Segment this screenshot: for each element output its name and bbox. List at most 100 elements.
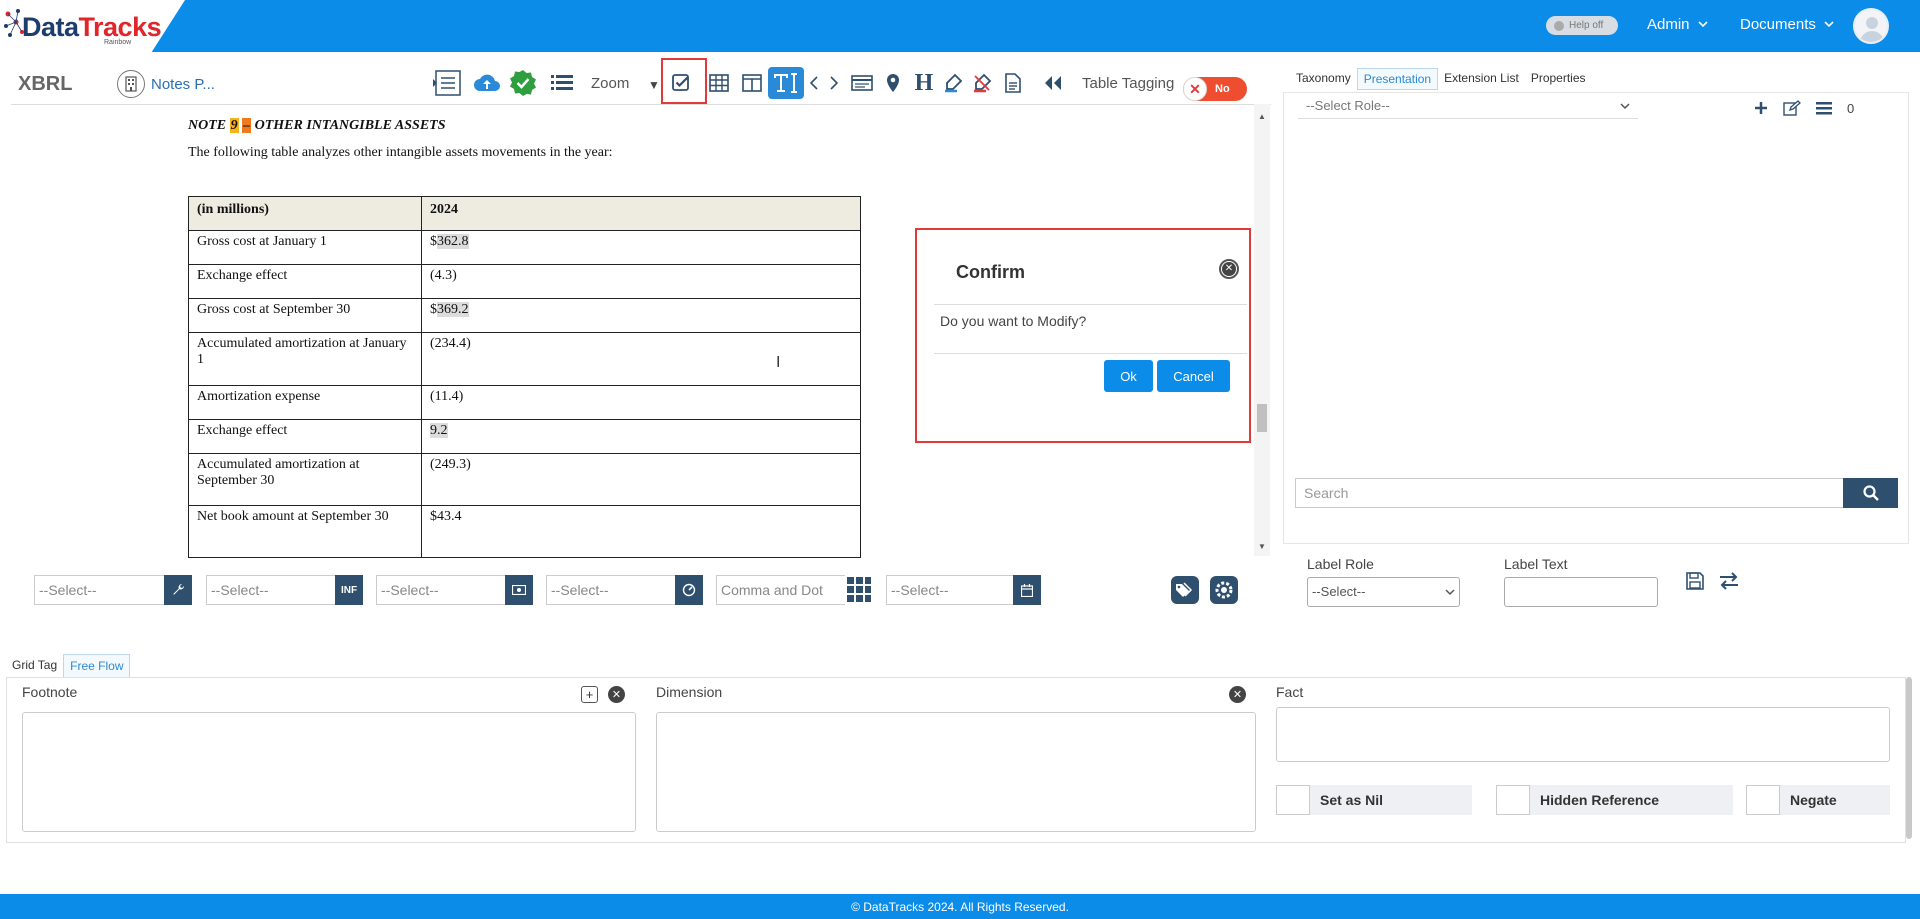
select-2[interactable]: --Select-- — [206, 575, 335, 605]
scroll-down-icon[interactable]: ▼ — [1258, 542, 1266, 551]
tab-presentation[interactable]: Presentation — [1356, 68, 1439, 90]
dimension-textarea[interactable] — [656, 712, 1256, 832]
select-group-2: --Select-- INF — [206, 575, 363, 605]
tab-grid-tag[interactable]: Grid Tag — [6, 654, 63, 678]
row-label[interactable]: Amortization expense — [188, 385, 422, 420]
cloud-upload-icon[interactable] — [470, 68, 504, 98]
negate-checkbox[interactable]: Negate — [1746, 785, 1890, 815]
notes-selector[interactable]: Notes P... — [117, 70, 215, 98]
text-tag-icon[interactable] — [768, 67, 804, 99]
help-toggle[interactable]: Help off — [1546, 16, 1618, 35]
fact-label: Fact — [1276, 684, 1304, 700]
number-format-select[interactable]: Comma and Dot — [716, 575, 845, 605]
row-value[interactable]: (11.4) — [421, 385, 861, 420]
search-button[interactable] — [1843, 478, 1898, 508]
clear-highlight-icon[interactable] — [969, 68, 995, 98]
settings-cog-icon[interactable] — [1210, 576, 1238, 604]
select-4[interactable]: --Select-- — [546, 575, 675, 605]
tab-extension-list[interactable]: Extension List — [1438, 68, 1525, 90]
double-chevron-left-icon[interactable] — [1040, 68, 1066, 98]
plus-icon[interactable] — [1754, 101, 1768, 115]
row-value[interactable]: $43.4 — [421, 505, 861, 558]
row-label[interactable]: Exchange effect — [188, 419, 422, 454]
checkbox[interactable] — [1276, 785, 1310, 815]
bottom-panel-scrollbar[interactable] — [1906, 677, 1912, 839]
row-value[interactable]: (249.3) — [421, 453, 861, 506]
hidden-reference-checkbox[interactable]: Hidden Reference — [1496, 785, 1733, 815]
zoom-label[interactable]: Zoom — [591, 75, 629, 92]
row-value[interactable]: (4.3) — [421, 264, 861, 299]
table-icon[interactable] — [704, 68, 734, 98]
select-1[interactable]: --Select-- — [34, 575, 164, 605]
table-header-cell[interactable]: 2024 — [421, 196, 861, 231]
money-icon[interactable] — [505, 575, 533, 605]
menu-icon[interactable] — [1816, 101, 1832, 115]
select-group-3: --Select-- — [376, 575, 533, 605]
chevron-left-icon[interactable] — [806, 68, 822, 98]
row-value[interactable]: $369.2 — [421, 298, 861, 333]
checkbox[interactable] — [1496, 785, 1530, 815]
row-label[interactable]: Net book amount at September 30 — [188, 505, 422, 558]
columns-icon[interactable] — [737, 68, 767, 98]
ok-button[interactable]: Ok — [1104, 360, 1153, 392]
checkbox[interactable] — [1746, 785, 1780, 815]
row-value[interactable]: 9.2 — [421, 419, 861, 454]
admin-menu[interactable]: Admin — [1647, 16, 1708, 33]
edit-icon[interactable] — [1783, 100, 1801, 116]
chevron-right-icon[interactable] — [826, 68, 842, 98]
label-text-input[interactable] — [1504, 577, 1658, 607]
user-avatar[interactable] — [1853, 8, 1889, 44]
table-header-cell[interactable]: (in millions) — [188, 196, 422, 231]
wrench-icon[interactable] — [164, 575, 192, 605]
highlighter-icon[interactable] — [940, 68, 966, 98]
tab-free-flow[interactable]: Free Flow — [63, 654, 131, 678]
select-group-6: --Select-- — [886, 575, 1041, 605]
label-role-select[interactable]: --Select-- — [1307, 577, 1460, 607]
number-grid-icon[interactable] — [845, 575, 873, 605]
clear-dimension-icon[interactable]: ✕ — [1229, 686, 1246, 703]
table-tagging-toggle[interactable]: ✕ No — [1183, 77, 1247, 101]
list-icon[interactable] — [548, 68, 576, 98]
row-label[interactable]: Accumulated amortization at January 1 — [188, 332, 422, 386]
negate-label: Negate — [1790, 792, 1837, 808]
row-label[interactable]: Exchange effect — [188, 264, 422, 299]
save-icon[interactable] — [1686, 572, 1704, 590]
footnote-textarea[interactable] — [22, 712, 636, 832]
add-footnote-icon[interactable]: + — [581, 686, 598, 703]
card-icon[interactable] — [848, 68, 876, 98]
row-label[interactable]: Gross cost at January 1 — [188, 230, 422, 265]
search-input[interactable]: Search — [1295, 478, 1844, 508]
verified-check-icon[interactable] — [508, 68, 538, 98]
fact-textarea[interactable] — [1276, 707, 1890, 762]
document-icon[interactable] — [1000, 68, 1026, 98]
set-as-nil-checkbox[interactable]: Set as Nil — [1276, 785, 1472, 815]
row-label[interactable]: Accumulated amortization at September 30 — [188, 453, 422, 506]
role-select[interactable]: --Select Role-- — [1298, 95, 1638, 119]
select-3[interactable]: --Select-- — [376, 575, 505, 605]
tags-icon[interactable] — [1171, 576, 1199, 604]
cancel-button[interactable]: Cancel — [1157, 360, 1230, 392]
scrollbar-thumb[interactable] — [1257, 404, 1267, 432]
inf-button[interactable]: INF — [335, 575, 363, 605]
row-value[interactable]: (234.4) — [421, 332, 861, 386]
swap-arrows-icon[interactable] — [1718, 572, 1740, 590]
outline-toggle-icon[interactable] — [430, 68, 464, 98]
clear-footnote-icon[interactable]: ✕ — [608, 686, 625, 703]
zoom-caret-icon[interactable]: ▼ — [648, 78, 660, 92]
map-pin-icon[interactable] — [880, 68, 906, 98]
row-label[interactable]: Gross cost at September 30 — [188, 298, 422, 333]
tab-taxonomy[interactable]: Taxonomy — [1290, 68, 1357, 90]
tab-properties[interactable]: Properties — [1525, 68, 1592, 90]
gauge-icon[interactable] — [675, 575, 703, 605]
row-value[interactable]: $362.8 — [421, 230, 861, 265]
document-scrollbar[interactable]: ▲ ▼ — [1254, 104, 1270, 556]
dialog-close-button[interactable]: ✕ — [1219, 259, 1239, 279]
xbrl-title: XBRL — [18, 73, 73, 95]
calendar-icon[interactable] — [1013, 575, 1041, 605]
scroll-up-icon[interactable]: ▲ — [1258, 112, 1266, 121]
documents-menu[interactable]: Documents — [1740, 16, 1834, 33]
select-6[interactable]: --Select-- — [886, 575, 1013, 605]
role-count: 0 — [1847, 100, 1855, 116]
confirm-dialog: Confirm ✕ Do you want to Modify? Ok Canc… — [915, 228, 1251, 443]
heading-icon[interactable]: H — [910, 68, 938, 98]
